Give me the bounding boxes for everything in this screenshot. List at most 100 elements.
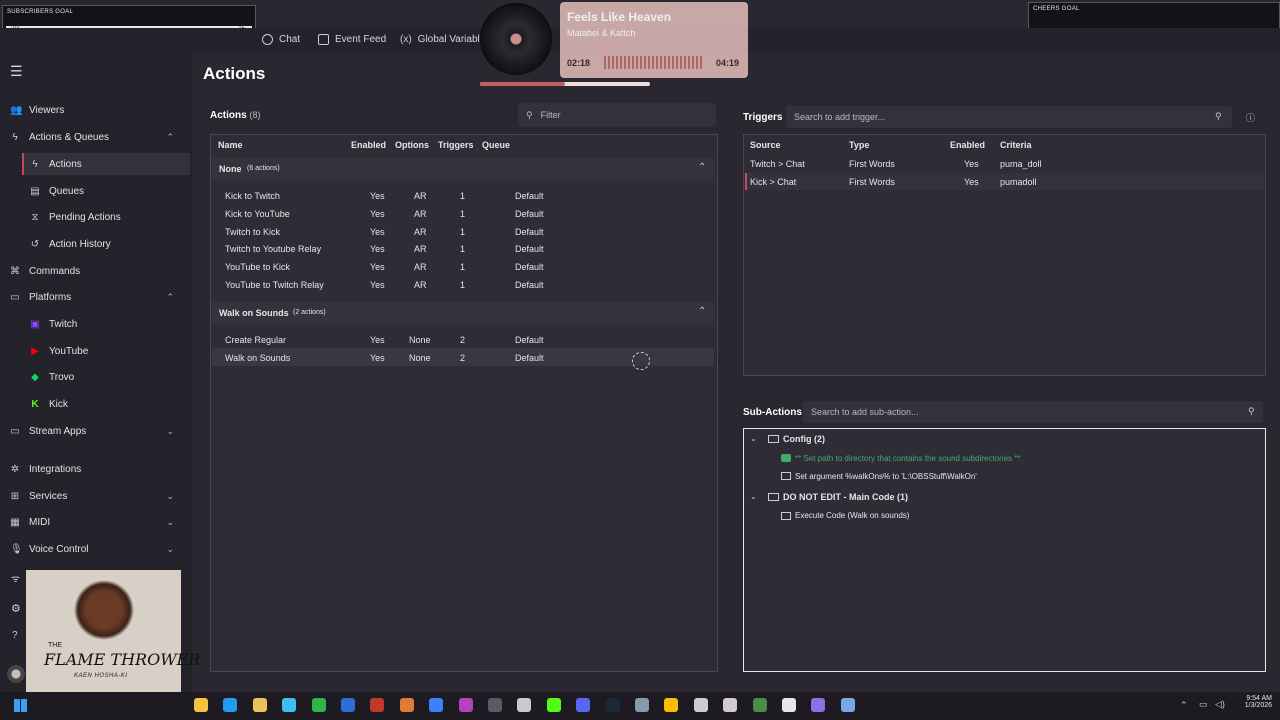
- obs-icon[interactable]: [723, 698, 738, 712]
- store-icon[interactable]: [252, 698, 267, 712]
- chevron-down-icon: ⌄: [166, 544, 174, 554]
- chevron-up-icon[interactable]: ⌃: [698, 162, 706, 173]
- chevron-up-icon[interactable]: ⌃: [698, 306, 706, 317]
- column-type[interactable]: Type: [849, 140, 869, 150]
- sidebar-item-twitch[interactable]: ▣ Twitch: [30, 319, 77, 330]
- audio-app-icon[interactable]: [488, 698, 502, 712]
- wifi-icon[interactable]: ᯤ: [11, 571, 20, 585]
- help-icon[interactable]: ?: [12, 630, 18, 641]
- game-icon[interactable]: [370, 698, 385, 712]
- windows-start-icon[interactable]: [14, 699, 27, 712]
- edge-browser-icon[interactable]: [223, 698, 238, 712]
- column-name[interactable]: Name: [218, 140, 243, 150]
- trigger-type[interactable]: First Words: [849, 159, 895, 169]
- sidebar-item-platforms[interactable]: ▭ Platforms ⌃: [10, 292, 188, 303]
- chrome-icon[interactable]: [664, 698, 679, 712]
- sidebar-item-kick[interactable]: K Kick: [30, 399, 68, 410]
- download-app-icon[interactable]: [840, 698, 855, 712]
- hamburger-menu-icon[interactable]: ☰: [10, 63, 23, 80]
- trigger-criteria[interactable]: pumadoll: [1000, 177, 1037, 187]
- streamerbot-icon[interactable]: [811, 698, 826, 712]
- column-source[interactable]: Source: [750, 140, 781, 150]
- trigger-criteria[interactable]: puma_doll: [1000, 159, 1042, 169]
- action-name: Kick to YouTube: [225, 208, 290, 219]
- document-app-icon[interactable]: [782, 698, 796, 712]
- sidebar-item-action-history[interactable]: ↺ Action History: [30, 239, 111, 250]
- clock[interactable]: 9:54 AM 1/3/2026: [1238, 695, 1272, 709]
- mail-icon[interactable]: [341, 698, 355, 712]
- event-feed-tab[interactable]: Event Feed: [318, 34, 386, 45]
- chat-tab[interactable]: Chat: [262, 34, 300, 45]
- history-icon: ↺: [30, 239, 40, 250]
- trigger-type[interactable]: First Words: [849, 177, 895, 187]
- search-icon[interactable]: ⚲: [1248, 406, 1255, 417]
- green-app-icon[interactable]: [546, 698, 561, 712]
- steam-icon[interactable]: [605, 698, 620, 712]
- trigger-source[interactable]: Kick > Chat: [750, 177, 796, 187]
- chat-tab-label: Chat: [279, 34, 301, 45]
- column-queue[interactable]: Queue: [482, 140, 510, 150]
- logo-line-2: FLAME THROWER: [44, 650, 201, 669]
- actions-filter-input[interactable]: ⚲ Filter: [518, 103, 716, 127]
- trigger-search-input[interactable]: Search to add trigger...: [786, 106, 1232, 128]
- sidebar-item-pending-actions[interactable]: ⧖ Pending Actions: [30, 212, 120, 223]
- sidebar-item-voice-control[interactable]: 🎙 Voice Control ⌄: [10, 544, 188, 555]
- subaction-comment[interactable]: ** Set path to directory that contains t…: [795, 454, 1020, 463]
- trigger-source[interactable]: Twitch > Chat: [750, 159, 805, 169]
- sidebar-item-trovo[interactable]: ◆ Trovo: [30, 372, 74, 383]
- sidebar-item-actions-queues[interactable]: ϟ Actions & Queues ⌃: [10, 132, 188, 143]
- chevron-down-icon[interactable]: ⌄: [750, 492, 757, 501]
- column-enabled[interactable]: Enabled: [950, 140, 985, 150]
- sidebar-item-viewers[interactable]: 👥 Viewers: [10, 105, 64, 116]
- search-icon[interactable]: ⚲: [1215, 111, 1222, 122]
- subaction-search-input[interactable]: Search to add sub-action...: [803, 401, 1263, 423]
- tray-chevron-up-icon[interactable]: ⌃: [1180, 700, 1188, 711]
- sidebar-item-actions[interactable]: ϟ Actions: [30, 159, 81, 170]
- subaction-execute-code[interactable]: Execute Code (Walk on sounds): [795, 511, 909, 520]
- column-options[interactable]: Options: [395, 140, 429, 150]
- column-enabled[interactable]: Enabled: [351, 140, 386, 150]
- discord-icon[interactable]: [576, 698, 591, 712]
- orange-app-icon[interactable]: [399, 698, 414, 712]
- settings-app-icon[interactable]: [282, 698, 297, 712]
- settings-gear-icon[interactable]: ⚙: [11, 602, 21, 615]
- info-icon[interactable]: ⓘ: [1246, 111, 1255, 124]
- chevron-down-icon[interactable]: ⌄: [750, 434, 757, 443]
- spreadsheet-icon[interactable]: [311, 698, 326, 712]
- sidebar-label: Viewers: [29, 105, 65, 116]
- file-explorer-icon[interactable]: [194, 698, 208, 712]
- group-header-none[interactable]: [212, 158, 714, 180]
- subaction-set-argument[interactable]: Set argument %walkOns% to 'L:\OBSStuff\W…: [795, 472, 977, 481]
- purple-app-icon[interactable]: [458, 698, 473, 712]
- column-criteria[interactable]: Criteria: [1000, 140, 1032, 150]
- avatar[interactable]: [7, 665, 25, 683]
- set-argument-icon: [781, 472, 791, 480]
- action-options: None: [409, 335, 431, 345]
- crosshair-cursor-icon: [632, 352, 650, 370]
- sidebar-item-integrations[interactable]: ✲ Integrations: [10, 464, 81, 475]
- now-playing-artist: Matabei & Kattch: [567, 28, 636, 38]
- sidebar-item-services[interactable]: ⊞ Services ⌄: [10, 491, 188, 502]
- blue-app-icon[interactable]: [429, 698, 444, 712]
- global-variables-tab[interactable]: (x) Global Variables: [400, 34, 490, 45]
- sidebar-item-youtube[interactable]: ▶ YouTube: [30, 346, 88, 357]
- sidebar-item-midi[interactable]: ▦ MIDI ⌄: [10, 517, 188, 528]
- subaction-group-main-code[interactable]: DO NOT EDIT - Main Code (1): [783, 492, 908, 502]
- volume-icon[interactable]: ◁): [1215, 699, 1225, 710]
- sidebar-item-commands[interactable]: ⌘ Commands: [10, 266, 80, 277]
- filter-placeholder: Filter: [540, 110, 561, 120]
- sidebar-item-queues[interactable]: ▤ Queues: [30, 186, 84, 197]
- gear-app-icon[interactable]: [635, 698, 649, 712]
- tool-icon[interactable]: [517, 698, 532, 712]
- column-triggers[interactable]: Triggers: [438, 140, 474, 150]
- terminal-icon[interactable]: [752, 698, 767, 712]
- trigger-enabled[interactable]: Yes: [964, 177, 979, 187]
- execute-code-icon: [781, 512, 791, 520]
- sidebar-item-stream-apps[interactable]: ▭ Stream Apps ⌄: [10, 426, 188, 437]
- subaction-group-config[interactable]: Config (2): [783, 434, 825, 444]
- album-disc-icon: [480, 3, 552, 75]
- network-icon[interactable]: ▭: [1199, 699, 1208, 710]
- now-playing-card: Feels Like Heaven Matabei & Kattch 02:18…: [560, 2, 748, 78]
- trigger-enabled[interactable]: Yes: [964, 159, 979, 169]
- crosshair-app-icon[interactable]: [693, 698, 708, 712]
